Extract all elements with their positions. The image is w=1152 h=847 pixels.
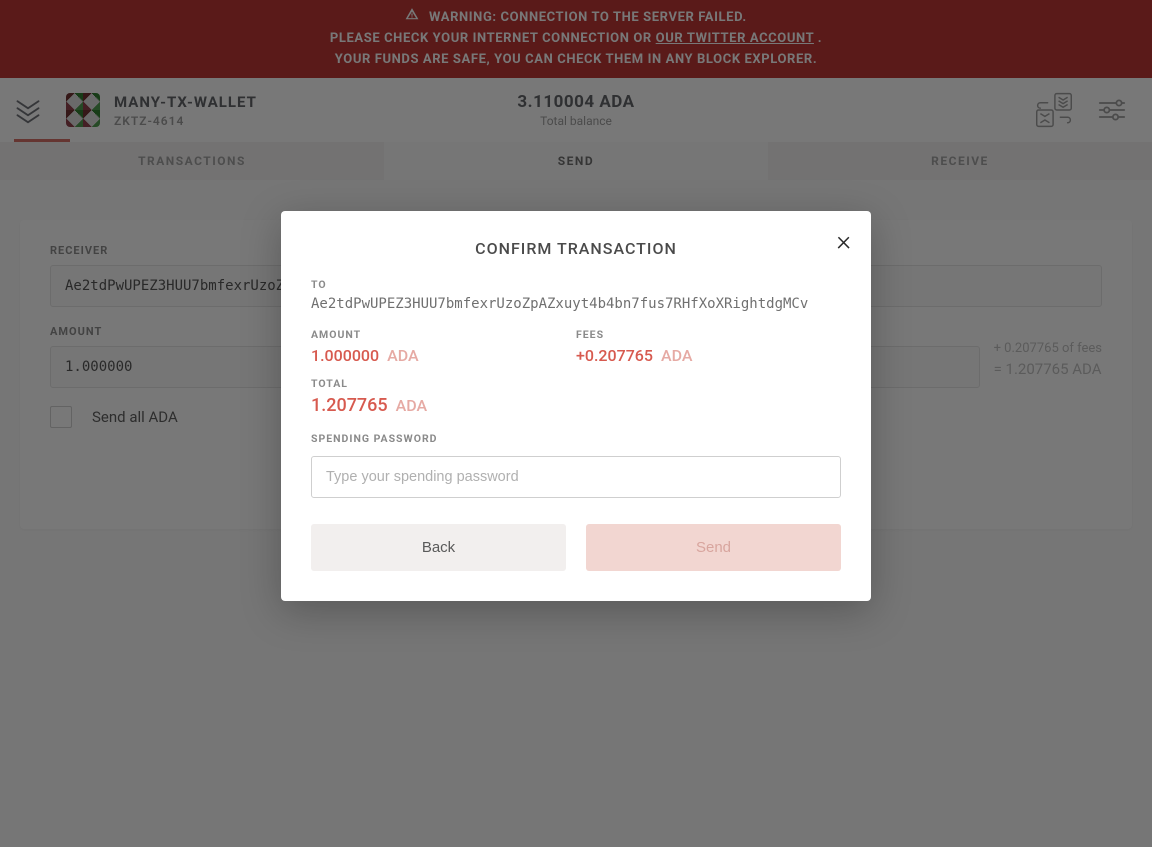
spending-password-label: SPENDING PASSWORD [311,432,841,445]
close-icon[interactable]: × [836,231,851,251]
spending-password-input[interactable] [311,456,841,498]
modal-total-value: 1.207765 ADA [311,395,841,416]
modal-fees-label: FEES [576,328,841,341]
modal-fees-value: +0.207765 ADA [576,346,841,365]
send-button[interactable]: Send [586,524,841,571]
modal-to-value: Ae2tdPwUPEZ3HUU7bmfexrUzoZpAZxuyt4b4bn7f… [311,296,841,312]
modal-total-label: TOTAL [311,377,841,390]
confirm-transaction-modal: CONFIRM TRANSACTION × TO Ae2tdPwUPEZ3HUU… [281,211,871,601]
back-button[interactable]: Back [311,524,566,571]
modal-amount-value: 1.000000 ADA [311,346,576,365]
modal-title: CONFIRM TRANSACTION [311,239,841,258]
modal-amount-label: AMOUNT [311,328,576,341]
modal-to-label: TO [311,278,841,291]
